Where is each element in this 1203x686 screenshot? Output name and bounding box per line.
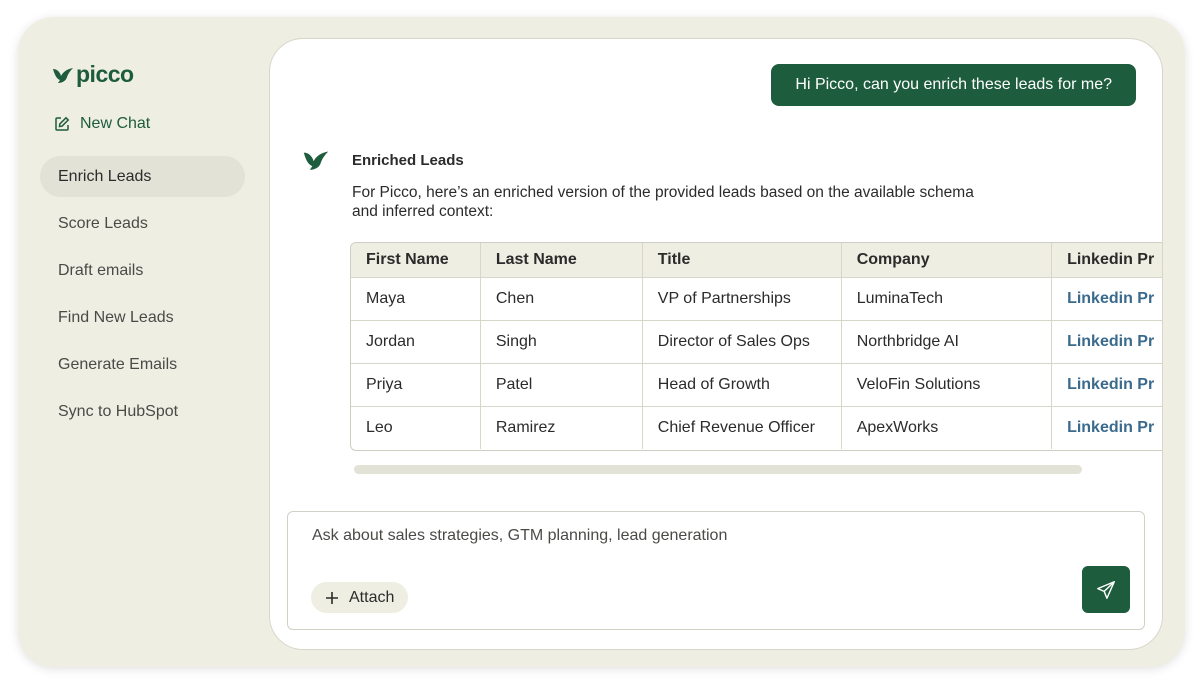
table-cell: Maya bbox=[351, 277, 481, 321]
table-cell: ApexWorks bbox=[841, 406, 1053, 449]
logo-text: picco bbox=[76, 61, 134, 87]
attach-label: Attach bbox=[349, 588, 395, 606]
sidebar-item-label: Sync to HubSpot bbox=[58, 402, 179, 420]
leads-table-container[interactable]: First Name Last Name Title Company Linke… bbox=[350, 242, 1162, 451]
app-window: picco New Chat Enrich Leads Score Leads … bbox=[18, 17, 1185, 667]
table-cell: Ramirez bbox=[480, 406, 643, 449]
sidebar-item-generate-emails[interactable]: Generate Emails bbox=[40, 344, 245, 385]
chat-input[interactable] bbox=[310, 526, 1074, 546]
sidebar-item-sync-hubspot[interactable]: Sync to HubSpot bbox=[40, 391, 245, 432]
sidebar-item-draft-emails[interactable]: Draft emails bbox=[40, 250, 245, 291]
sidebar-item-enrich-leads[interactable]: Enrich Leads bbox=[40, 156, 245, 197]
table-cell: Priya bbox=[351, 363, 481, 407]
table-row: Maya Chen VP of Partnerships LuminaTech … bbox=[351, 277, 1162, 321]
table-row: Jordan Singh Director of Sales Ops North… bbox=[351, 320, 1162, 364]
message-composer: Attach bbox=[287, 511, 1145, 630]
edit-icon bbox=[55, 116, 70, 131]
table-header-row: First Name Last Name Title Company Linke… bbox=[351, 243, 1162, 278]
user-message-text: Hi Picco, can you enrich these leads for… bbox=[795, 76, 1112, 93]
leads-table: First Name Last Name Title Company Linke… bbox=[351, 243, 1162, 449]
table-cell: Head of Growth bbox=[642, 363, 842, 407]
sidebar-item-label: Generate Emails bbox=[58, 355, 178, 373]
bird-icon bbox=[53, 67, 73, 83]
table-cell: VP of Partnerships bbox=[642, 277, 842, 321]
user-message: Hi Picco, can you enrich these leads for… bbox=[771, 64, 1136, 106]
table-cell: Chief Revenue Officer bbox=[642, 406, 842, 449]
table-horizontal-scrollbar[interactable] bbox=[354, 465, 1082, 474]
bot-message-text: For Picco, here’s an enriched version of… bbox=[352, 184, 974, 220]
send-icon bbox=[1097, 580, 1115, 599]
chat-panel: Hi Picco, can you enrich these leads for… bbox=[269, 38, 1163, 650]
table-cell: Chen bbox=[480, 277, 643, 321]
column-header: Last Name bbox=[480, 243, 643, 278]
table-cell: Director of Sales Ops bbox=[642, 320, 842, 364]
bird-icon bbox=[303, 151, 329, 170]
attach-button[interactable]: Attach bbox=[311, 582, 409, 613]
column-header: Linkedin Pr bbox=[1051, 243, 1162, 278]
table-cell: Jordan bbox=[351, 320, 481, 364]
table-cell: LuminaTech bbox=[841, 277, 1053, 321]
table-cell: Singh bbox=[480, 320, 643, 364]
sidebar-item-label: Score Leads bbox=[58, 214, 148, 232]
sidebar-item-label: Draft emails bbox=[58, 261, 144, 279]
send-button[interactable] bbox=[1082, 566, 1130, 613]
sidebar: picco New Chat Enrich Leads Score Leads … bbox=[18, 17, 268, 667]
table-row: Priya Patel Head of Growth VeloFin Solut… bbox=[351, 363, 1162, 407]
sidebar-item-label: Enrich Leads bbox=[58, 167, 152, 185]
new-chat-button[interactable]: New Chat bbox=[54, 115, 150, 133]
logo[interactable]: picco bbox=[52, 61, 134, 88]
table-row: Leo Ramirez Chief Revenue Officer ApexWo… bbox=[351, 406, 1162, 449]
column-header: Title bbox=[642, 243, 842, 278]
linkedin-link[interactable]: Linkedin Pr bbox=[1051, 277, 1162, 321]
table-cell: Northbridge AI bbox=[841, 320, 1053, 364]
column-header: First Name bbox=[351, 243, 481, 278]
column-header: Company bbox=[841, 243, 1053, 278]
sidebar-nav: Enrich Leads Score Leads Draft emails Fi… bbox=[40, 156, 245, 438]
linkedin-link[interactable]: Linkedin Pr bbox=[1051, 320, 1162, 364]
plus-icon bbox=[326, 591, 338, 604]
table-cell: Patel bbox=[480, 363, 643, 407]
table-cell: Leo bbox=[351, 406, 481, 449]
linkedin-link[interactable]: Linkedin Pr bbox=[1051, 406, 1162, 449]
new-chat-label: New Chat bbox=[80, 115, 151, 132]
bot-message-title: Enriched Leads bbox=[352, 152, 464, 169]
table-cell: VeloFin Solutions bbox=[841, 363, 1053, 407]
linkedin-link[interactable]: Linkedin Pr bbox=[1051, 363, 1162, 407]
sidebar-item-label: Find New Leads bbox=[58, 308, 174, 326]
sidebar-item-find-new-leads[interactable]: Find New Leads bbox=[40, 297, 245, 338]
sidebar-item-score-leads[interactable]: Score Leads bbox=[40, 203, 245, 244]
